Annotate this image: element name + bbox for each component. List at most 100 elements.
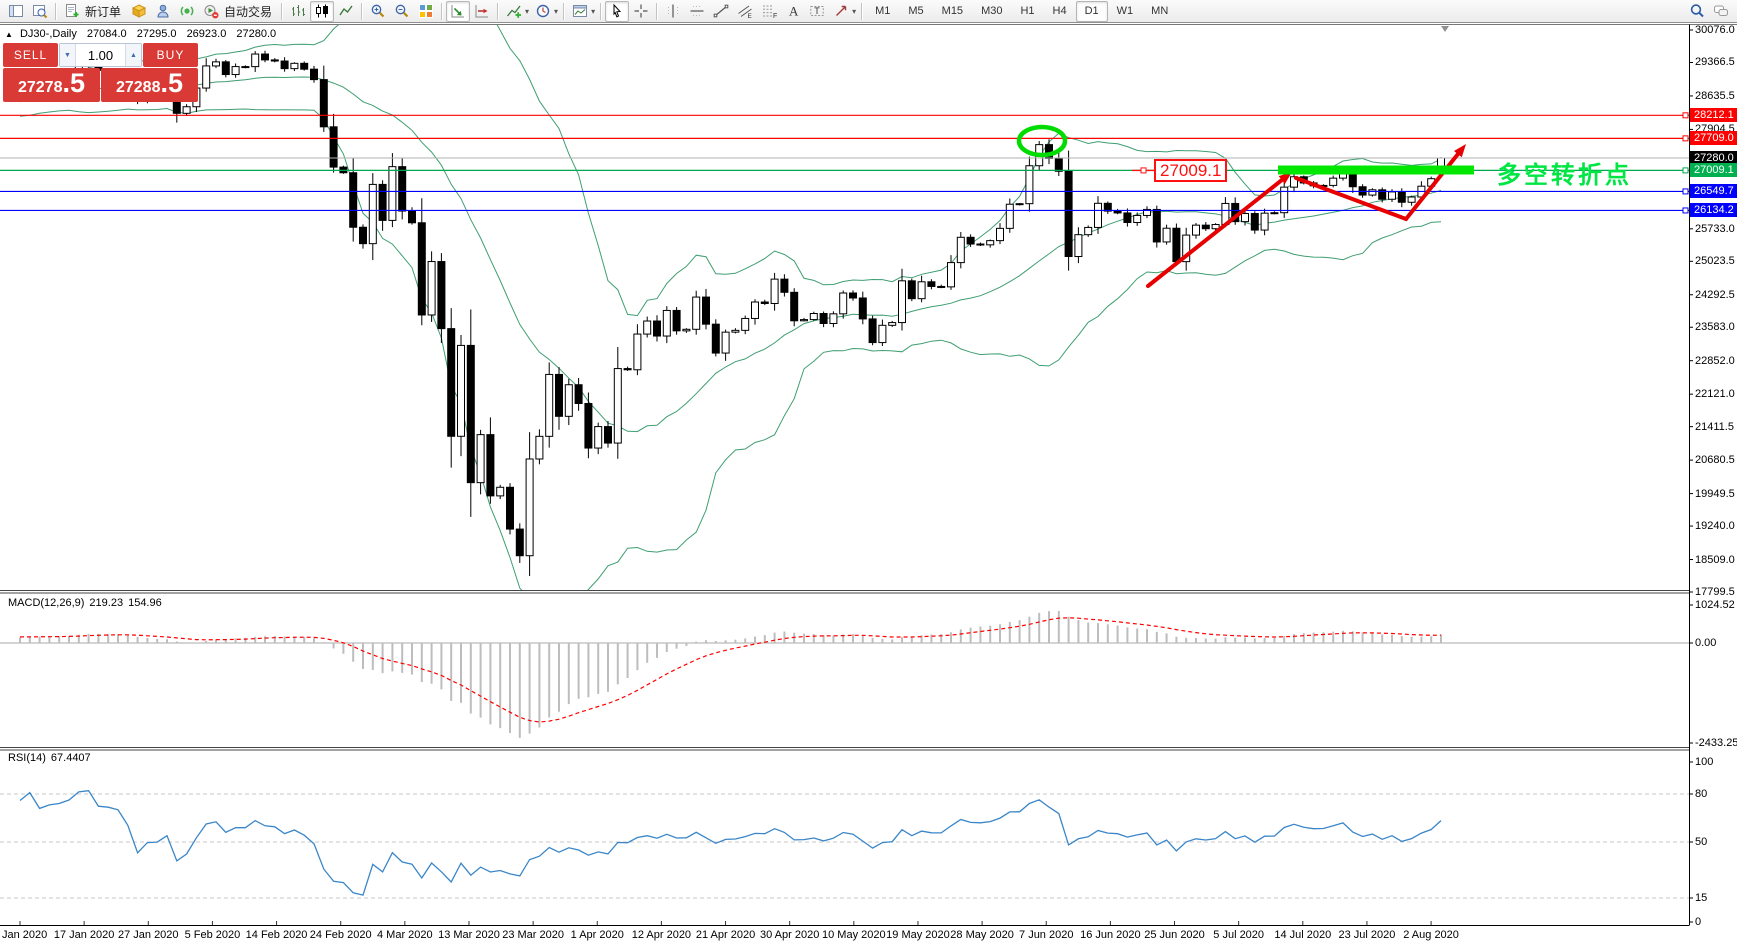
fibonacci-icon[interactable]: F [757, 1, 781, 22]
price-badge: 28212.1 [1690, 108, 1737, 123]
date-label: 14 Jul 2020 [1274, 929, 1332, 941]
price-badge: 27709.0 [1690, 131, 1737, 146]
macd-name: MACD(12,26,9) [8, 597, 85, 609]
zoom-in-icon[interactable] [366, 1, 390, 22]
shapes-icon[interactable] [829, 1, 853, 22]
label-icon[interactable]: T [805, 1, 829, 22]
search-icon[interactable] [1685, 1, 1709, 22]
rsi-indicator [0, 790, 1689, 899]
toolbar-separator [563, 2, 566, 20]
zoom-out-icon[interactable] [390, 1, 414, 22]
macd-signal-line [20, 617, 1442, 723]
date-label: 1 Apr 2020 [570, 929, 624, 941]
market-watch-icon[interactable] [4, 1, 28, 22]
period-icon[interactable] [531, 1, 555, 22]
toolbar-separator [861, 2, 864, 20]
macd-indicator [0, 610, 1689, 738]
price-badge: 27009.1 [1690, 163, 1737, 178]
svg-text:F: F [773, 13, 777, 19]
timeframe-mn[interactable]: MN [1142, 1, 1177, 22]
price-tick: 22121.0 [1695, 388, 1735, 401]
rsi-line [19, 790, 1442, 896]
vline-icon[interactable] [661, 1, 685, 22]
volume-decrease-button[interactable]: ▼ [60, 44, 76, 66]
timeframe-m15[interactable]: M15 [933, 1, 972, 22]
bar-low: 26923.0 [186, 28, 227, 40]
add-indicator-dropdown-caret[interactable]: ▾ [525, 7, 529, 16]
new-order-label: 新订单 [85, 4, 122, 19]
bar-open: 27084.0 [86, 28, 127, 40]
timeframe-h4[interactable]: H4 [1044, 1, 1076, 22]
date-label: 2 Aug 2020 [1403, 929, 1459, 941]
chat-icon[interactable] [1709, 1, 1733, 22]
price-tick: 19240.0 [1695, 520, 1735, 533]
signals-icon[interactable] [175, 1, 199, 22]
volume-control: ▼ 1.00 ▲ [59, 43, 142, 67]
toolbar: 新订单 自动交易 ▾ ▾ ▾ E F A T ▾ M1 M5 M15 M30 H1 H4 D1 W1 MN [0, 0, 1737, 23]
chart-shift-icon[interactable] [470, 1, 494, 22]
sell-button[interactable]: SELL [3, 43, 58, 67]
autotrade-icon[interactable] [199, 1, 223, 22]
crosshair-icon[interactable] [629, 1, 653, 22]
cursor-icon[interactable] [605, 0, 630, 22]
channel-icon[interactable]: E [733, 1, 757, 22]
text-icon[interactable]: A [781, 1, 805, 22]
auto-scroll-icon[interactable] [446, 0, 471, 22]
support-resistance-bar[interactable] [1278, 165, 1474, 175]
volume-increase-button[interactable]: ▲ [125, 44, 141, 66]
date-label: 19 May 2020 [886, 929, 950, 941]
price-tick: 19949.5 [1695, 487, 1735, 500]
macd-tick: 0.00 [1695, 637, 1717, 649]
date-label: 24 Feb 2020 [309, 929, 372, 941]
caret-up-icon: ▲ [130, 51, 137, 59]
sell-price[interactable]: 27278.5 [3, 68, 100, 102]
turning-point-note[interactable]: 多空转折点 [1497, 155, 1632, 190]
macd-indicator-label: MACD(12,26,9) 219.23 154.96 [8, 597, 167, 609]
macd-value-signal: 154.96 [128, 597, 162, 609]
bollinger-bands [19, 25, 1442, 590]
price-tick: 21411.5 [1695, 420, 1734, 433]
tile-windows-icon[interactable] [414, 1, 438, 22]
price-tick: 25733.0 [1695, 222, 1735, 235]
date-label: 28 May 2020 [950, 929, 1014, 941]
svg-text:E: E [748, 13, 753, 19]
terminal-icon[interactable] [151, 1, 175, 22]
line-chart-icon[interactable] [334, 1, 358, 22]
rsi-tick: 50 [1695, 836, 1708, 848]
add-indicator-icon[interactable] [502, 1, 526, 22]
chart-canvas[interactable] [0, 0, 1737, 946]
timeframe-m5[interactable]: M5 [899, 1, 932, 22]
macd-value-main: 219.23 [89, 597, 124, 609]
shapes-dropdown-caret[interactable]: ▾ [852, 7, 856, 16]
rsi-tick: 100 [1695, 756, 1714, 768]
date-label: 30 Apr 2020 [760, 929, 820, 941]
timeframe-d1[interactable]: D1 [1075, 0, 1108, 22]
rsi-tick: 80 [1695, 788, 1708, 800]
template-icon[interactable] [568, 1, 592, 22]
price-tick: 17799.5 [1695, 586, 1735, 598]
period-dropdown-caret[interactable]: ▾ [554, 7, 558, 16]
timeframe-m30[interactable]: M30 [972, 1, 1011, 22]
hline-icon[interactable] [685, 1, 709, 22]
timeframe-m1[interactable]: M1 [866, 1, 899, 22]
metaquotes-icon[interactable] [127, 1, 151, 22]
template-dropdown-caret[interactable]: ▾ [591, 7, 595, 16]
buy-price[interactable]: 27288.5 [101, 68, 198, 102]
volume-input[interactable]: 1.00 [76, 44, 125, 66]
price-callout-label[interactable]: 27009.1 [1154, 159, 1228, 182]
bollinger-middle [19, 76, 1442, 433]
symbol-name: DJ30-,Daily [19, 28, 77, 40]
one-click-collapse-icon[interactable]: ▲ [5, 30, 13, 39]
timeframe-w1[interactable]: W1 [1108, 1, 1143, 22]
price-tick: 29366.5 [1695, 56, 1735, 69]
bar-chart-icon[interactable] [286, 1, 310, 22]
price-tick: 30076.0 [1695, 24, 1735, 36]
buy-button[interactable]: BUY [143, 43, 198, 67]
data-window-icon[interactable] [28, 1, 52, 22]
candle-chart-icon[interactable] [310, 0, 335, 22]
new-order-icon[interactable] [60, 1, 84, 22]
bollinger-lower [19, 107, 1442, 590]
autotrade-label: 自动交易 [224, 4, 273, 19]
timeframe-h1[interactable]: H1 [1011, 1, 1043, 22]
trendline-icon[interactable] [709, 1, 733, 22]
